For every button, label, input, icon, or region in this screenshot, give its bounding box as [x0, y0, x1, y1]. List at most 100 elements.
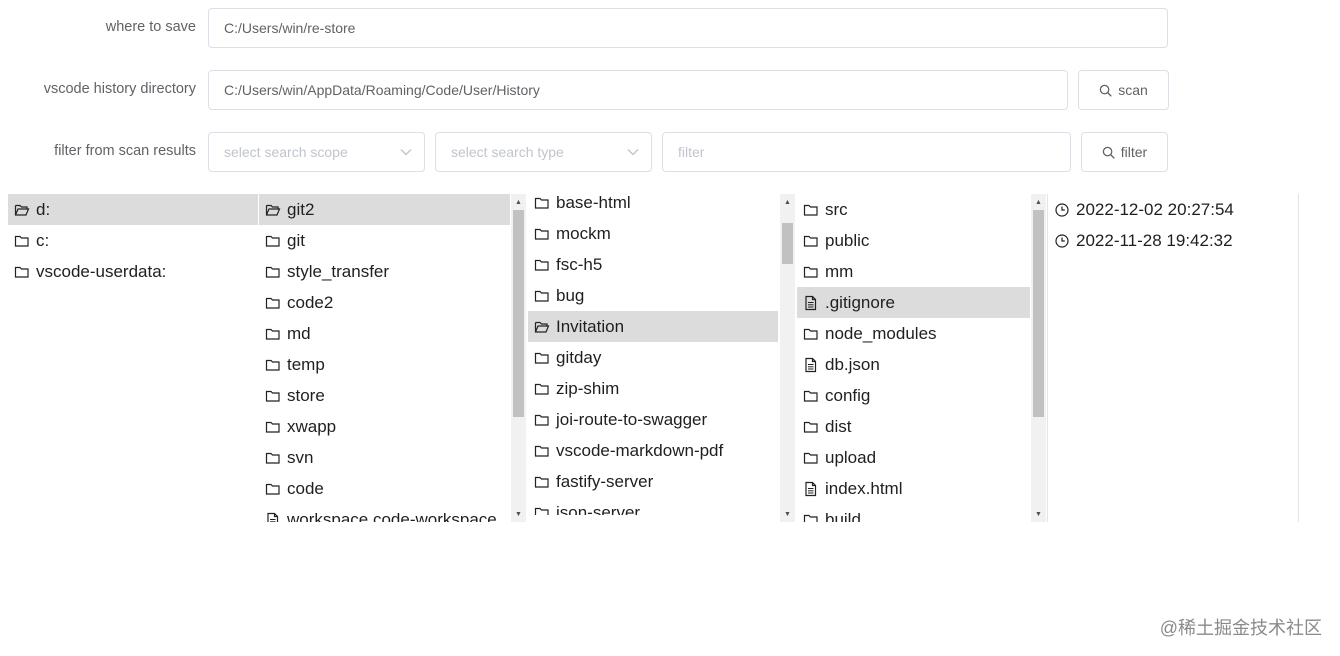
item-label: mm	[825, 261, 854, 281]
folder-item[interactable]: public	[797, 225, 1030, 256]
item-label: db.json	[825, 354, 880, 374]
item-label: joi-route-to-swagger	[556, 409, 708, 429]
folder-item[interactable]: vscode-markdown-pdf	[528, 435, 778, 466]
folder-icon	[534, 476, 549, 488]
item-label: base-html	[556, 192, 631, 212]
item-label: 2022-11-28 19:42:32	[1076, 230, 1233, 250]
history-entry[interactable]: 2022-11-28 19:42:32	[1048, 225, 1298, 256]
scrollbar-column-3[interactable]: ▲ ▼	[1031, 194, 1046, 522]
item-label: Invitation	[556, 316, 625, 336]
scan-button[interactable]: scan	[1078, 70, 1169, 110]
folder-item[interactable]: md	[259, 318, 510, 349]
filter-button[interactable]: filter	[1081, 132, 1168, 172]
item-label: md	[287, 323, 311, 343]
scrollbar-column-1[interactable]: ▲ ▼	[511, 194, 526, 522]
folder-item[interactable]: fsc-h5	[528, 249, 778, 280]
search-icon	[1102, 146, 1115, 159]
folder-icon	[803, 328, 818, 340]
search-type-select[interactable]: select search type	[435, 132, 652, 172]
file-item[interactable]: index.html	[797, 473, 1030, 504]
folder-item[interactable]: Invitation	[528, 311, 778, 342]
folder-item[interactable]: svn	[259, 442, 510, 473]
folder-item[interactable]: mockm	[528, 218, 778, 249]
folder-item[interactable]: d:	[8, 194, 258, 225]
folder-item[interactable]: bug	[528, 280, 778, 311]
search-scope-select[interactable]: select search scope	[208, 132, 425, 172]
history-directory-input[interactable]: C:/Users/win/AppData/Roaming/Code/User/H…	[208, 70, 1068, 110]
folder-item[interactable]: zip-shim	[528, 373, 778, 404]
folder-item[interactable]: joi-route-to-swagger	[528, 404, 778, 435]
item-label: store	[287, 385, 325, 405]
scroll-down-icon[interactable]: ▼	[1031, 506, 1046, 522]
filter-input[interactable]: filter	[662, 132, 1071, 172]
folder-item[interactable]: build	[797, 504, 1030, 522]
item-label: bug	[556, 285, 585, 305]
save-path-input[interactable]: C:/Users/win/re-store	[208, 8, 1168, 48]
drives-column: d: c: vscode-userdata:	[8, 194, 258, 522]
folder-open-icon	[265, 204, 281, 216]
item-label: 2022-12-02 20:27:54	[1076, 199, 1234, 219]
item-label: fsc-h5	[556, 254, 603, 274]
folder-open-icon	[534, 321, 550, 333]
folder-item[interactable]: json-server	[528, 497, 778, 515]
folder-item[interactable]: code	[259, 473, 510, 504]
item-label: workspace.code-workspace	[287, 509, 497, 523]
folder-item[interactable]: code2	[259, 287, 510, 318]
folder-item[interactable]: git2	[259, 194, 510, 225]
folder-item[interactable]: git	[259, 225, 510, 256]
folder-icon	[265, 359, 280, 371]
scrollbar-thumb[interactable]	[1033, 210, 1044, 418]
folder-item[interactable]: store	[259, 380, 510, 411]
folder-icon	[534, 290, 549, 302]
item-label: gitday	[556, 347, 602, 367]
folder-icon	[265, 390, 280, 402]
folder-icon	[265, 297, 280, 309]
file-item[interactable]: workspace.code-workspace	[259, 504, 510, 522]
item-label: d:	[36, 199, 51, 219]
file-icon	[805, 295, 817, 310]
file-item[interactable]: .gitignore	[797, 287, 1030, 318]
folder-icon	[534, 352, 549, 364]
item-label: style_transfer	[287, 261, 390, 281]
scrollbar-thumb[interactable]	[513, 210, 524, 418]
file-item[interactable]: db.json	[797, 349, 1030, 380]
item-label: vscode-markdown-pdf	[556, 440, 724, 460]
file-icon	[805, 357, 817, 372]
scrollbar-column-2[interactable]: ▲ ▼	[780, 194, 795, 522]
folder-item[interactable]: mm	[797, 256, 1030, 287]
folder-item[interactable]: c:	[8, 225, 258, 256]
scroll-up-icon[interactable]: ▲	[780, 194, 795, 210]
filter-label: filter from scan results	[54, 143, 196, 159]
folder-item[interactable]: config	[797, 380, 1030, 411]
item-label: index.html	[825, 478, 903, 498]
folder-item[interactable]: node_modules	[797, 318, 1030, 349]
file-icon	[267, 512, 279, 522]
scroll-up-icon[interactable]: ▲	[1031, 194, 1046, 210]
scroll-down-icon[interactable]: ▼	[511, 506, 526, 522]
scroll-down-icon[interactable]: ▼	[780, 506, 795, 522]
folder-item[interactable]: style_transfer	[259, 256, 510, 287]
folder-item[interactable]: temp	[259, 349, 510, 380]
folder-column-2: base-html mockm fsc-h5 bug Invitation gitday z…	[528, 187, 778, 515]
folder-item[interactable]: dist	[797, 411, 1030, 442]
folder-item[interactable]: upload	[797, 442, 1030, 473]
scroll-up-icon[interactable]: ▲	[511, 194, 526, 210]
item-label: vscode-userdata:	[36, 261, 167, 281]
item-label: mockm	[556, 223, 611, 243]
folder-item[interactable]: base-html	[528, 187, 778, 218]
folder-item[interactable]: xwapp	[259, 411, 510, 442]
history-entry[interactable]: 2022-12-02 20:27:54	[1048, 194, 1298, 225]
folder-item[interactable]: src	[797, 194, 1030, 225]
folder-icon	[803, 235, 818, 247]
folder-icon	[265, 483, 280, 495]
scrollbar-thumb[interactable]	[782, 222, 793, 265]
item-label: public	[825, 230, 870, 250]
chevron-down-icon	[400, 149, 412, 156]
folder-item[interactable]: gitday	[528, 342, 778, 373]
folder-icon	[534, 259, 549, 271]
item-label: src	[825, 199, 848, 219]
folder-open-icon	[14, 204, 30, 216]
folder-item[interactable]: vscode-userdata:	[8, 256, 258, 287]
folder-icon	[803, 421, 818, 433]
folder-item[interactable]: fastify-server	[528, 466, 778, 497]
